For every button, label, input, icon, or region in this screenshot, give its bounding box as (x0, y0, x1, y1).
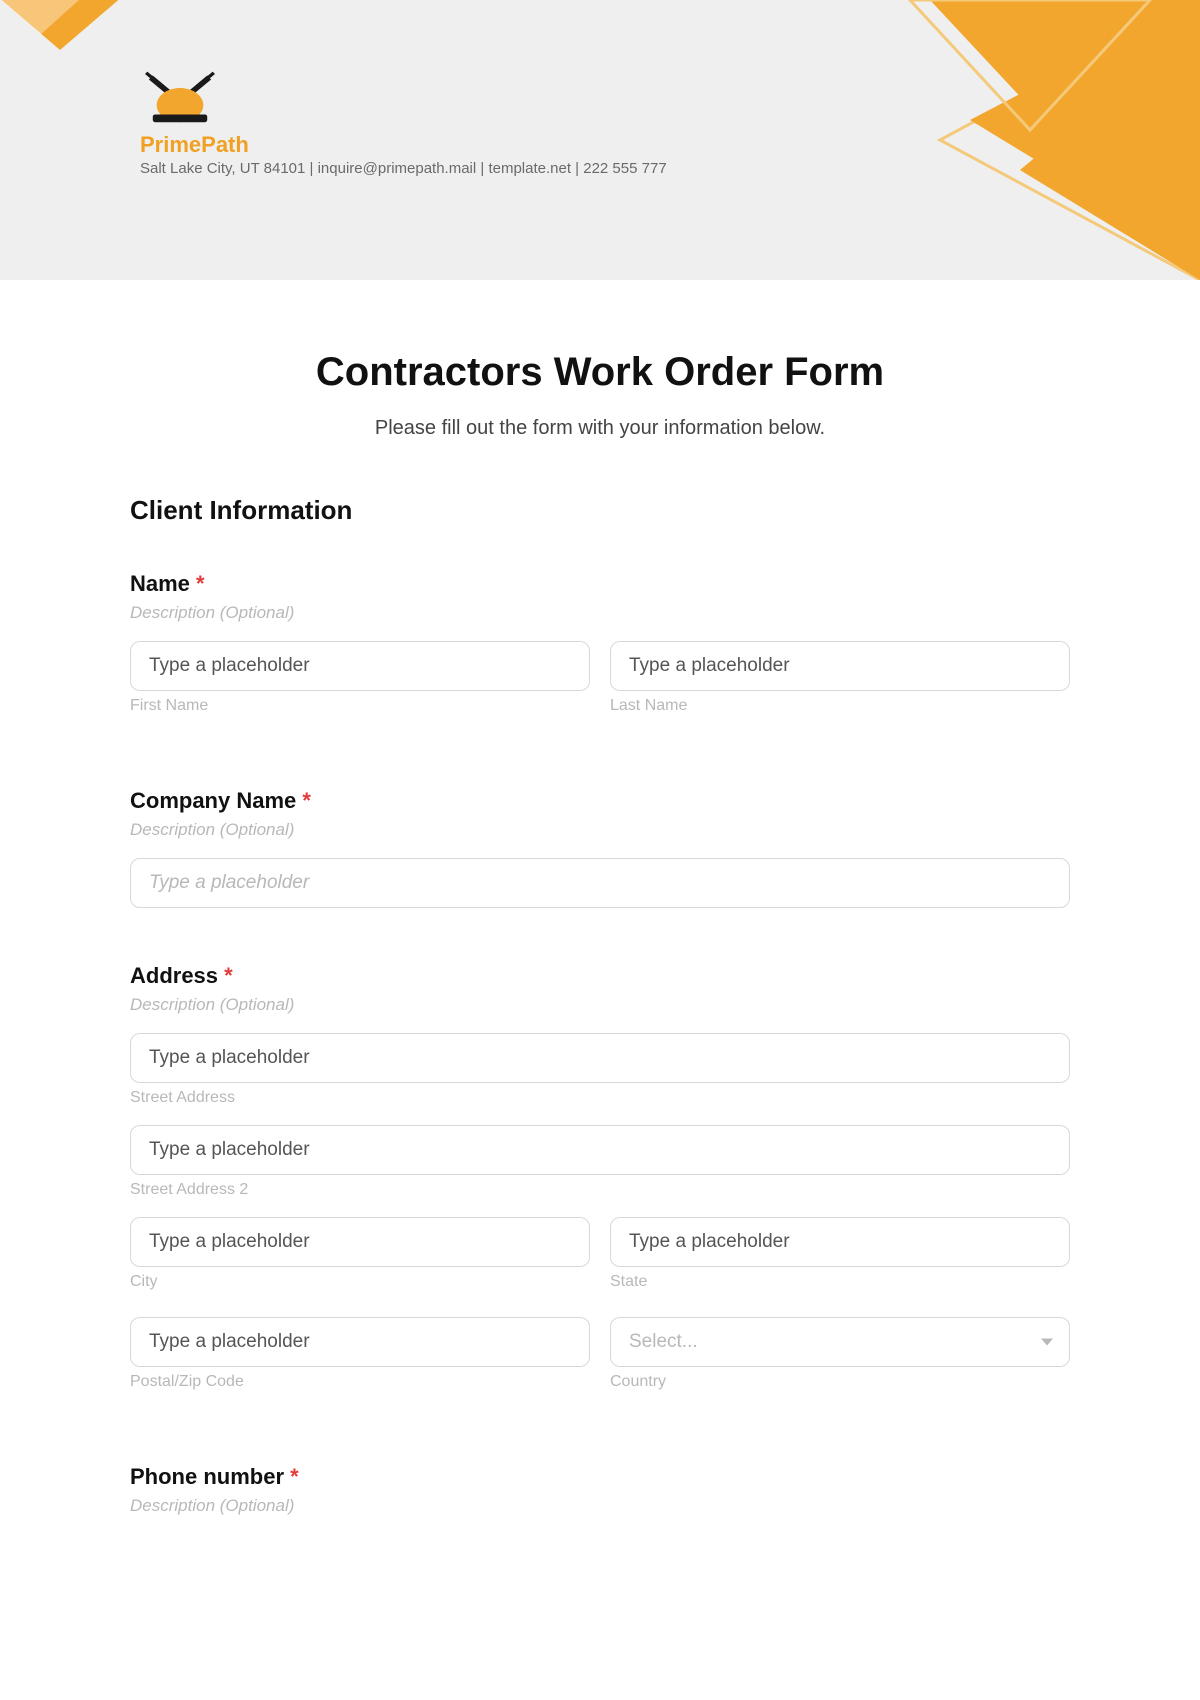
country-select-placeholder: Select... (629, 1331, 698, 1353)
street-address2-input[interactable] (130, 1125, 1070, 1175)
field-address: Address * Description (Optional) Street … (130, 963, 1070, 1409)
company-label: Company Name * (130, 788, 1070, 814)
required-asterisk: * (302, 788, 311, 813)
name-description: Description (Optional) (130, 603, 1070, 623)
header-banner: PrimePath Salt Lake City, UT 84101 | inq… (0, 0, 1200, 280)
brand-address: Salt Lake City, UT 84101 | inquire@prime… (140, 160, 667, 177)
state-sublabel: State (610, 1273, 1070, 1291)
address-description: Description (Optional) (130, 995, 1070, 1015)
first-name-input[interactable] (130, 641, 590, 691)
required-asterisk: * (224, 963, 233, 988)
address-label-text: Address (130, 963, 218, 988)
country-sublabel: Country (610, 1373, 1070, 1391)
page-title: Contractors Work Order Form (130, 350, 1070, 395)
name-label-text: Name (130, 571, 190, 596)
decor-triangle-right (680, 0, 1200, 280)
required-asterisk: * (290, 1464, 299, 1489)
page-subtitle: Please fill out the form with your infor… (130, 417, 1070, 440)
country-select[interactable]: Select... (610, 1317, 1070, 1367)
required-asterisk: * (196, 571, 205, 596)
field-company: Company Name * Description (Optional) (130, 788, 1070, 908)
section-client-info: Client Information (130, 495, 1070, 526)
brand-name: PrimePath (140, 132, 667, 158)
last-name-input[interactable] (610, 641, 1070, 691)
field-name: Name * Description (Optional) First Name… (130, 571, 1070, 733)
street-address-sublabel: Street Address (130, 1089, 1070, 1107)
postal-sublabel: Postal/Zip Code (130, 1373, 590, 1391)
company-label-text: Company Name (130, 788, 296, 813)
postal-input[interactable] (130, 1317, 590, 1367)
city-sublabel: City (130, 1273, 590, 1291)
street-address-input[interactable] (130, 1033, 1070, 1083)
first-name-sublabel: First Name (130, 697, 590, 715)
company-description: Description (Optional) (130, 820, 1070, 840)
form-content: Contractors Work Order Form Please fill … (0, 280, 1200, 1611)
logo-icon (140, 60, 220, 130)
phone-label: Phone number * (130, 1464, 1070, 1490)
company-name-input[interactable] (130, 858, 1070, 908)
phone-label-text: Phone number (130, 1464, 284, 1489)
state-input[interactable] (610, 1217, 1070, 1267)
decor-triangle-left (0, 0, 130, 70)
street-address2-sublabel: Street Address 2 (130, 1181, 1070, 1199)
city-input[interactable] (130, 1217, 590, 1267)
last-name-sublabel: Last Name (610, 697, 1070, 715)
name-label: Name * (130, 571, 1070, 597)
brand-block: PrimePath Salt Lake City, UT 84101 | inq… (140, 60, 667, 177)
phone-description: Description (Optional) (130, 1496, 1070, 1516)
address-label: Address * (130, 963, 1070, 989)
field-phone: Phone number * Description (Optional) (130, 1464, 1070, 1516)
